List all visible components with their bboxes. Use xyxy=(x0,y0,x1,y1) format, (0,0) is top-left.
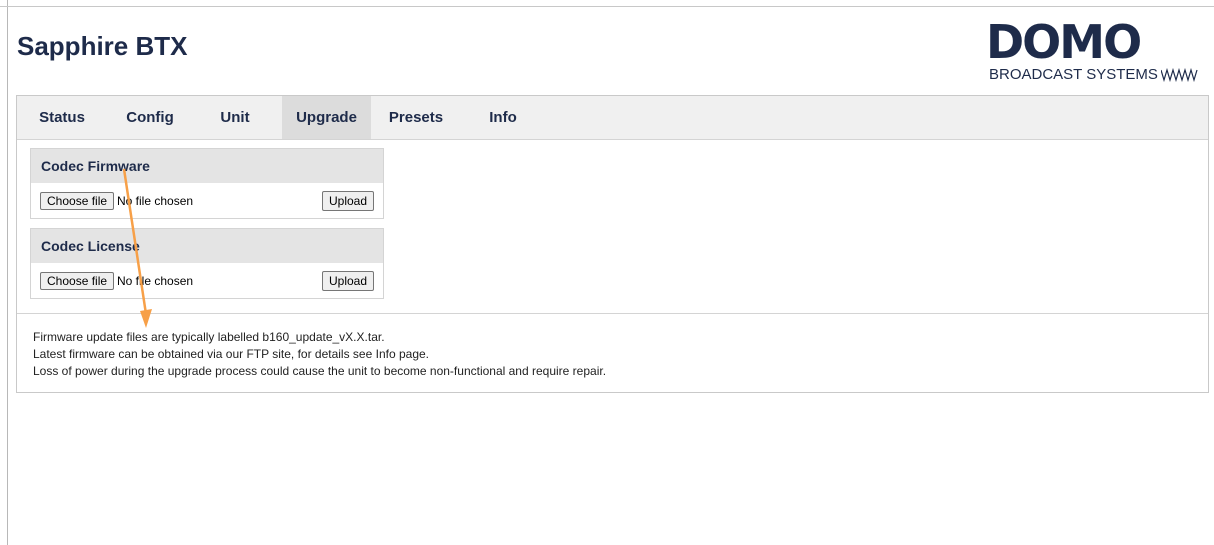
upload-button[interactable]: Upload xyxy=(322,191,375,211)
upload-row: Choose file No file chosen Upload xyxy=(31,183,383,219)
choose-file-button[interactable]: Choose file xyxy=(40,192,115,210)
tab-presets[interactable]: Presets xyxy=(375,96,457,139)
tab-bar: Status Config Unit Upgrade Presets Info xyxy=(17,96,1208,140)
tab-config[interactable]: Config xyxy=(112,96,188,139)
tab-status[interactable]: Status xyxy=(25,96,99,139)
tab-info[interactable]: Info xyxy=(473,96,533,139)
page-title: Sapphire BTX xyxy=(17,31,188,61)
tab-unit[interactable]: Unit xyxy=(205,96,265,139)
note-line: Latest firmware can be obtained via our … xyxy=(33,347,429,361)
waveform-icon xyxy=(1161,68,1198,82)
upload-row: Choose file No file chosen Upload xyxy=(31,263,383,299)
note-line: Loss of power during the upgrade process… xyxy=(33,364,607,378)
upgrade-notes: Firmware update files are typically labe… xyxy=(33,329,606,380)
window-left-border xyxy=(7,0,8,545)
file-status-text: No file chosen xyxy=(117,194,194,208)
brand-logo: DOMO BROADCAST SYSTEMS xyxy=(986,18,1201,86)
logo-tagline: BROADCAST SYSTEMS xyxy=(989,66,1158,83)
window-top-border xyxy=(0,6,1214,7)
logo-wordmark: DOMO xyxy=(986,15,1142,69)
main-panel: Status Config Unit Upgrade Presets Info … xyxy=(16,95,1209,393)
file-status-text: No file chosen xyxy=(117,274,194,288)
codec-firmware-section: Codec Firmware Choose file No file chose… xyxy=(30,148,384,219)
section-title: Codec Firmware xyxy=(31,149,383,183)
choose-file-button[interactable]: Choose file xyxy=(40,272,115,290)
tab-upgrade[interactable]: Upgrade xyxy=(282,96,371,139)
codec-license-section: Codec License Choose file No file chosen… xyxy=(30,228,384,299)
section-divider xyxy=(17,313,1208,314)
note-line: Firmware update files are typically labe… xyxy=(33,330,385,344)
upload-button[interactable]: Upload xyxy=(322,271,375,291)
section-title: Codec License xyxy=(31,229,383,263)
